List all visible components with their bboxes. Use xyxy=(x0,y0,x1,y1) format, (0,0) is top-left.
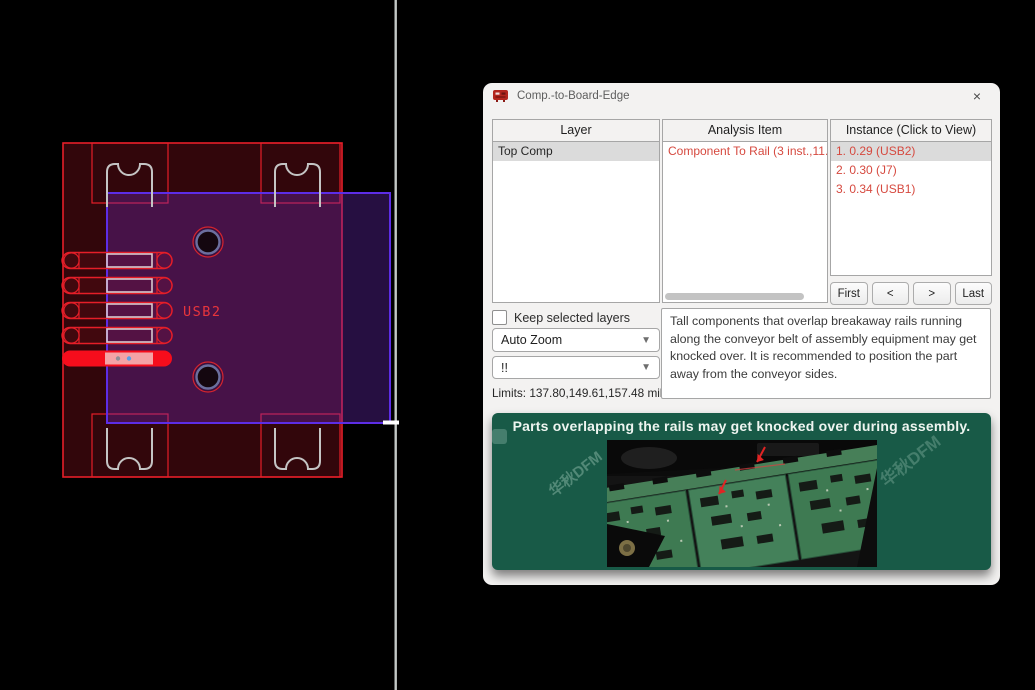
first-button[interactable]: First xyxy=(830,282,868,305)
dfm-dialog: Comp.-to-Board-Edge × Layer Top Comp Ana… xyxy=(483,83,1000,585)
instance-nav: First < > Last xyxy=(830,282,992,305)
analysis-column-header: Analysis Item xyxy=(707,123,783,137)
analysis-list-item[interactable]: Component To Rail (3 inst.,11.42 xyxy=(663,142,827,161)
layer-list-item[interactable]: Top Comp xyxy=(493,142,659,161)
severity-select-value: !! xyxy=(501,360,508,375)
analysis-column: Analysis Item Component To Rail (3 inst.… xyxy=(662,119,828,303)
instance-list[interactable]: 1. 0.29 (USB2) 2. 0.30 (J7) 3. 0.34 (USB… xyxy=(831,141,991,275)
pane-divider[interactable] xyxy=(394,0,397,690)
screen: USB2 Comp.-to-Board-Edge × Layer Top Com… xyxy=(0,0,1035,690)
analysis-list[interactable]: Component To Rail (3 inst.,11.42 xyxy=(663,141,827,302)
layer-column: Layer Top Comp xyxy=(492,119,660,303)
layer-list[interactable]: Top Comp xyxy=(493,141,659,302)
rule-description: Tall components that overlap breakaway r… xyxy=(661,308,991,399)
instance-list-item[interactable]: 2. 0.30 (J7) xyxy=(831,161,991,180)
app-icon xyxy=(493,89,509,102)
last-button[interactable]: Last xyxy=(954,282,992,305)
illustration-photo xyxy=(606,440,877,567)
chevron-down-icon: ▼ xyxy=(641,362,651,373)
limits-text: Limits: 137.80,149.61,157.48 mil xyxy=(492,386,663,400)
component-ref-label: USB2 xyxy=(183,304,222,320)
watermark: 华秋DFM xyxy=(546,448,606,501)
watermark: 华秋DFM xyxy=(876,431,945,491)
horizontal-scrollbar[interactable] xyxy=(665,293,805,300)
layer-column-header: Layer xyxy=(560,123,592,137)
illustration-panel: Parts overlapping the rails may get knoc… xyxy=(492,413,991,570)
dialog-title: Comp.-to-Board-Edge xyxy=(517,89,630,102)
violation-pin-highlight[interactable] xyxy=(62,350,172,367)
pcb-canvas[interactable]: USB2 xyxy=(0,0,440,690)
keep-layers-checkbox[interactable] xyxy=(492,310,507,325)
close-button[interactable]: × xyxy=(964,89,990,103)
illustration-caption: Parts overlapping the rails may get knoc… xyxy=(512,418,971,434)
chevron-down-icon: ▼ xyxy=(641,334,651,346)
instance-column-header: Instance (Click to View) xyxy=(845,123,977,137)
instance-list-item[interactable]: 1. 0.29 (USB2) xyxy=(831,142,991,161)
severity-select[interactable]: !! ▼ xyxy=(492,356,660,379)
instance-list-item[interactable]: 3. 0.34 (USB1) xyxy=(831,180,991,199)
zoom-select[interactable]: Auto Zoom ▼ xyxy=(492,328,660,352)
dialog-titlebar[interactable]: Comp.-to-Board-Edge × xyxy=(483,83,1000,108)
instance-column: Instance (Click to View) 1. 0.29 (USB2) … xyxy=(830,119,992,276)
prev-button[interactable]: < xyxy=(871,282,909,305)
zoom-select-value: Auto Zoom xyxy=(501,333,563,347)
board-edge-marker xyxy=(383,420,399,425)
keep-layers-row: Keep selected layers xyxy=(492,310,630,325)
next-button[interactable]: > xyxy=(913,282,951,305)
keep-layers-label: Keep selected layers xyxy=(514,310,631,325)
